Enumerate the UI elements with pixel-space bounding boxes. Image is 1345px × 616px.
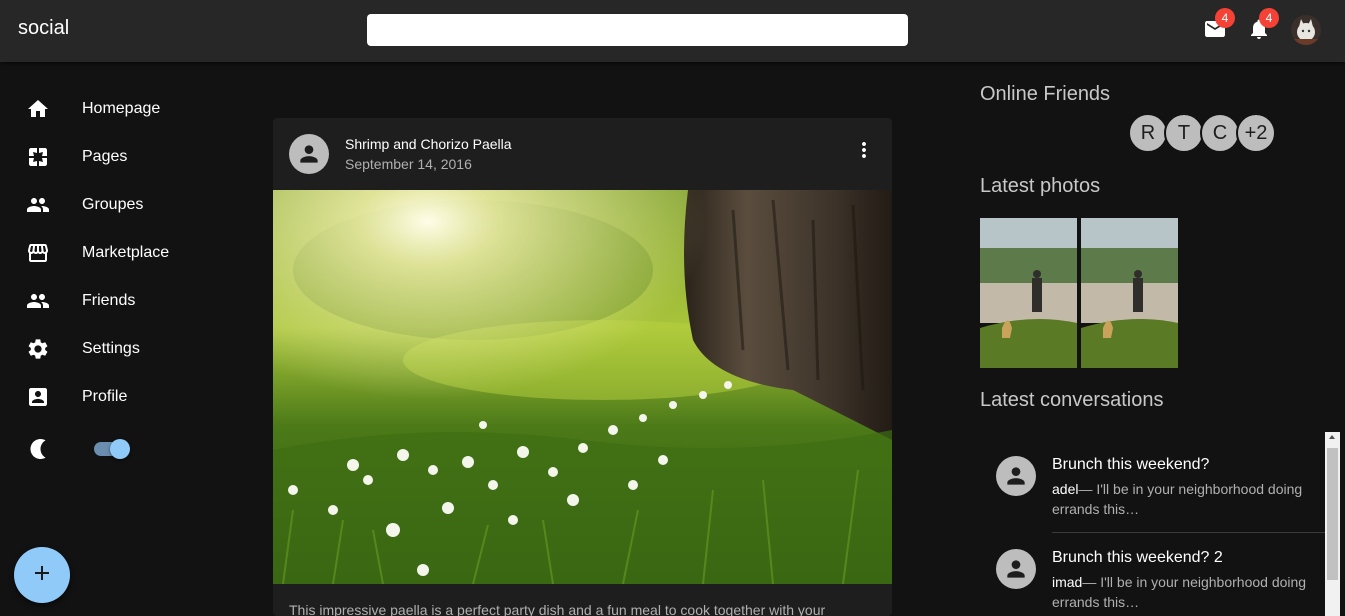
- latest-conversations-title: Latest conversations: [980, 389, 1164, 411]
- home-icon: [26, 97, 50, 121]
- notifications-badge: 4: [1259, 8, 1279, 28]
- conversation-item[interactable]: Brunch this weekend? 2 imad— I'll be in …: [980, 525, 1325, 616]
- search-input[interactable]: [367, 14, 908, 46]
- conversation-preview: adel— I'll be in your neighborhood doing…: [1052, 479, 1322, 519]
- sidebar-item-label: Profile: [82, 388, 128, 405]
- scroll-up-arrow-icon[interactable]: [1329, 435, 1335, 439]
- post-title: Shrimp and Chorizo Paella: [345, 136, 512, 152]
- sidebar-item-groupes[interactable]: Groupes: [0, 181, 240, 229]
- conversation-avatar: [996, 549, 1036, 589]
- person-icon: [300, 145, 318, 163]
- mail-icon: [1203, 21, 1227, 45]
- conversation-author: adel: [1052, 481, 1079, 497]
- groups-icon: [26, 193, 50, 217]
- conversation-item[interactable]: Brunch this weekend? adel— I'll be in yo…: [980, 432, 1325, 533]
- store-icon: [26, 241, 50, 265]
- post-menu-button[interactable]: [852, 138, 876, 162]
- online-friend-avatar[interactable]: T: [1164, 113, 1204, 153]
- online-friends-title: Online Friends: [980, 83, 1111, 105]
- conversation-snippet: — I'll be in your neighborhood doing err…: [1052, 481, 1303, 517]
- gear-icon: [26, 337, 50, 361]
- sidebar-item-label: Settings: [82, 340, 140, 357]
- more-vert-icon: [852, 142, 876, 166]
- conversations-list: Brunch this weekend? adel— I'll be in yo…: [980, 432, 1339, 616]
- dark-mode-switch[interactable]: [94, 439, 130, 459]
- app-bar: social 4 4: [0, 0, 1345, 62]
- notifications-button[interactable]: 4: [1247, 8, 1279, 41]
- sidebar: Homepage Pages Groupes Marketplace Frien…: [0, 62, 240, 616]
- friends-icon: [26, 289, 50, 313]
- sidebar-item-marketplace[interactable]: Marketplace: [0, 229, 240, 277]
- bell-icon: [1247, 19, 1271, 45]
- post-body: This impressive paella is a perfect part…: [289, 602, 826, 616]
- conversation-title: Brunch this weekend?: [1052, 456, 1210, 473]
- online-friend-avatar[interactable]: R: [1128, 113, 1168, 153]
- conversation-snippet: — I'll be in your neighborhood doing err…: [1052, 574, 1307, 610]
- post-image: [273, 190, 892, 584]
- add-post-button[interactable]: [14, 547, 70, 603]
- online-friend-avatar[interactable]: C: [1200, 113, 1240, 153]
- sidebar-item-label: Marketplace: [82, 244, 170, 261]
- theme-toggle-row: [0, 437, 240, 461]
- profile-icon: [26, 385, 50, 409]
- latest-photo[interactable]: [1081, 218, 1178, 368]
- mail-button[interactable]: 4: [1203, 8, 1235, 41]
- post-date: September 14, 2016: [345, 156, 472, 172]
- post-author-avatar[interactable]: [289, 134, 329, 174]
- conversation-avatar: [996, 456, 1036, 496]
- sidebar-item-label: Groupes: [82, 196, 144, 213]
- sidebar-item-label: Homepage: [82, 100, 161, 117]
- conversations-scrollbar[interactable]: [1325, 432, 1340, 616]
- moon-icon: [26, 437, 50, 461]
- sidebar-item-label: Friends: [82, 292, 136, 309]
- conversation-author: imad: [1052, 574, 1083, 590]
- pages-icon: [26, 145, 50, 169]
- switch-thumb: [110, 439, 130, 459]
- conversation-title: Brunch this weekend? 2: [1052, 549, 1223, 566]
- sidebar-item-settings[interactable]: Settings: [0, 325, 240, 373]
- scrollbar-thumb[interactable]: [1327, 448, 1338, 580]
- latest-photos-title: Latest photos: [980, 175, 1101, 197]
- mail-badge: 4: [1215, 8, 1235, 28]
- app-brand[interactable]: social: [18, 17, 69, 40]
- latest-photo[interactable]: [980, 218, 1077, 368]
- sidebar-item-label: Pages: [82, 148, 128, 165]
- sidebar-item-pages[interactable]: Pages: [0, 133, 240, 181]
- sidebar-item-homepage[interactable]: Homepage: [0, 85, 240, 133]
- sidebar-item-profile[interactable]: Profile: [0, 373, 240, 421]
- person-icon: [1007, 467, 1025, 485]
- plus-icon: [30, 561, 54, 590]
- person-icon: [1007, 560, 1025, 578]
- user-avatar[interactable]: [1291, 15, 1321, 45]
- online-friends-more[interactable]: +2: [1236, 113, 1276, 153]
- post-card: Shrimp and Chorizo Paella September 14, …: [273, 118, 892, 616]
- conversation-preview: imad— I'll be in your neighborhood doing…: [1052, 572, 1322, 612]
- sidebar-item-friends[interactable]: Friends: [0, 277, 240, 325]
